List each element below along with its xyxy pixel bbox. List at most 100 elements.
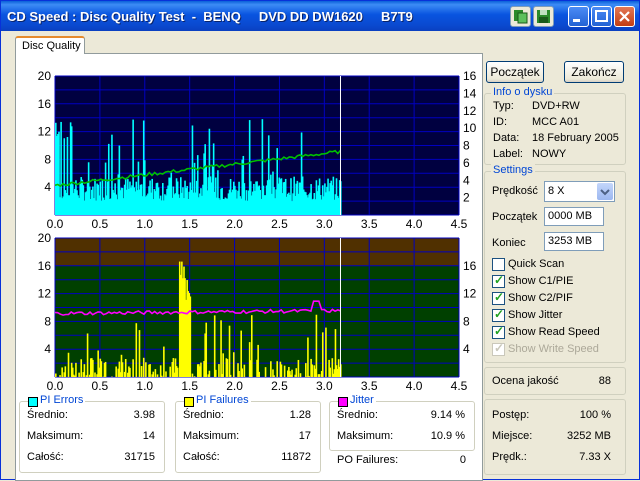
- y2-tick-label: 8: [463, 314, 470, 328]
- bar: [78, 373, 80, 377]
- stat-label: Średnio:: [337, 409, 378, 421]
- stat-value: 14: [89, 430, 155, 442]
- checkbox-label[interactable]: Show Jitter: [508, 309, 562, 321]
- bar: [229, 326, 231, 377]
- bar: [84, 364, 86, 377]
- bar: [270, 361, 272, 377]
- checkbox[interactable]: [492, 326, 505, 339]
- x-tick-label: 2.0: [226, 217, 243, 231]
- bar: [220, 320, 222, 377]
- bar: [241, 368, 243, 377]
- bar: [192, 374, 194, 377]
- start-button[interactable]: Początek: [486, 61, 544, 83]
- bar: [305, 363, 307, 377]
- quality-label: Ocena jakość: [492, 375, 559, 387]
- checkbox[interactable]: [492, 309, 505, 322]
- maximize-button[interactable]: [591, 6, 612, 27]
- checkbox: [492, 343, 505, 356]
- save-icon[interactable]: [533, 6, 554, 27]
- start-mb-label: Początek: [492, 211, 537, 223]
- bar: [136, 323, 138, 377]
- bar: [141, 366, 143, 377]
- y-tick-label: 16: [38, 97, 52, 111]
- app-window: CD Speed : Disc Quality Test - BENQ DVD …: [0, 0, 640, 480]
- stat-value: 9.14 %: [399, 409, 465, 421]
- quit-button[interactable]: Zakończ: [564, 61, 624, 83]
- checkbox[interactable]: [492, 275, 505, 288]
- x-tick-label: 3.5: [361, 379, 378, 393]
- bar: [238, 371, 240, 377]
- bar: [329, 368, 331, 377]
- bar: [65, 366, 67, 377]
- checkbox[interactable]: [492, 292, 505, 305]
- x-tick-label: 3.0: [316, 217, 333, 231]
- end-mb-input[interactable]: 3253 MB: [544, 232, 604, 251]
- bar: [190, 296, 192, 377]
- bar: [143, 358, 145, 377]
- start-mb-input[interactable]: 0000 MB: [544, 207, 604, 226]
- x-tick-label: 1.5: [181, 379, 198, 393]
- stat-label: Całość:: [183, 451, 220, 463]
- bar: [308, 376, 310, 377]
- bar: [177, 368, 179, 377]
- bar: [157, 374, 159, 377]
- progress-label: Postęp:: [492, 409, 529, 421]
- disc-info-label: Typ:: [493, 100, 514, 112]
- bar: [284, 366, 286, 377]
- x-tick-label: 1.5: [181, 217, 198, 231]
- bar: [218, 364, 220, 377]
- pi-errors-swatch: [28, 397, 38, 407]
- bar: [276, 361, 278, 377]
- x-tick-label: 3.0: [316, 379, 333, 393]
- tab-disc-quality[interactable]: Disc Quality: [15, 36, 85, 54]
- checkbox-label[interactable]: Quick Scan: [508, 258, 564, 270]
- bar: [230, 375, 232, 377]
- bar: [244, 365, 246, 377]
- x-tick-label: 3.5: [361, 217, 378, 231]
- bar: [295, 368, 297, 377]
- progress-label: Prędk.:: [492, 451, 527, 463]
- bar: [92, 360, 94, 377]
- y2-tick-label: 12: [463, 104, 477, 118]
- y-tick-label: 8: [44, 152, 51, 166]
- bar: [205, 323, 207, 377]
- jitter-swatch: [338, 397, 348, 407]
- stat-label: Całość:: [27, 451, 64, 463]
- pi-failures-title: PI Failures: [194, 394, 251, 406]
- chevron-down-icon[interactable]: [597, 183, 613, 200]
- disc-info-title: Info o dysku: [491, 86, 554, 98]
- bar: [319, 374, 321, 377]
- disc-info-label: Label:: [493, 148, 523, 160]
- end-mb-label: Koniec: [492, 237, 526, 249]
- x-tick-label: 0.5: [92, 379, 109, 393]
- bar: [322, 332, 324, 377]
- bar: [325, 328, 327, 377]
- checkbox[interactable]: [492, 258, 505, 271]
- chart-pi-failures: 0.00.51.01.52.02.53.03.54.04.52016128416…: [38, 231, 477, 393]
- stat-value: 1.28: [245, 409, 311, 421]
- minimize-button[interactable]: [568, 6, 589, 27]
- checkbox-label[interactable]: Show C2/PIF: [508, 292, 573, 304]
- speed-select[interactable]: 8 X: [544, 181, 615, 202]
- bar: [233, 352, 235, 377]
- stat-label: Średnio:: [27, 409, 68, 421]
- bar: [165, 371, 167, 377]
- x-tick-label: 4.0: [406, 217, 423, 231]
- y2-tick-label: 10: [463, 121, 477, 135]
- bar: [149, 364, 151, 377]
- bar: [307, 338, 309, 377]
- disc-info-label: ID:: [493, 116, 507, 128]
- y-tick-label: 12: [38, 287, 52, 301]
- close-button[interactable]: [614, 6, 635, 27]
- checkbox-label[interactable]: Show Read Speed: [508, 326, 600, 338]
- bar: [59, 375, 61, 377]
- title-bar: CD Speed : Disc Quality Test - BENQ DVD …: [1, 1, 639, 31]
- bar: [281, 364, 283, 377]
- progress-value: 3252 MB: [551, 430, 611, 442]
- bar: [129, 368, 131, 377]
- x-tick-label: 0.5: [92, 217, 109, 231]
- checkbox-label[interactable]: Show C1/PIE: [508, 275, 573, 287]
- copy-icon[interactable]: [510, 6, 531, 27]
- progress-value: 100 %: [551, 409, 611, 421]
- disc-info-value: 18 February 2005: [532, 132, 619, 144]
